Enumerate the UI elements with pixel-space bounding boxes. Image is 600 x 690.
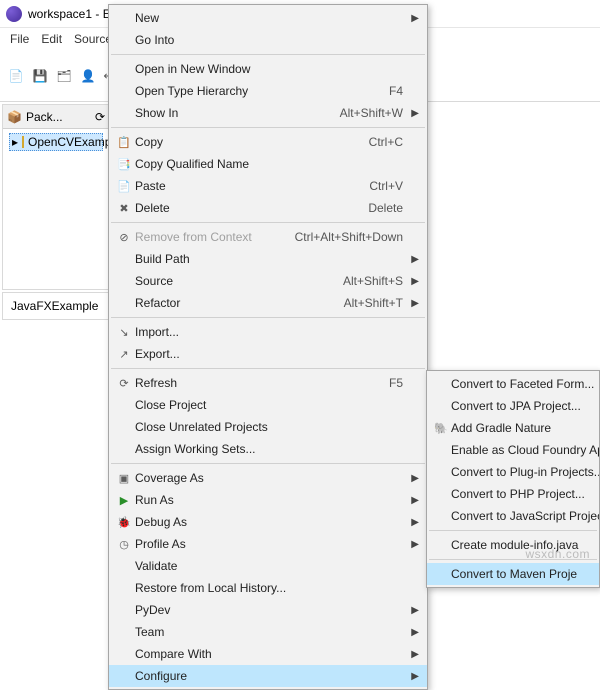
run-icon: ▶	[113, 494, 135, 507]
package-tab-label: Pack...	[26, 110, 63, 124]
submenu-php[interactable]: Convert to PHP Project...	[427, 483, 599, 505]
menu-go-into[interactable]: Go Into	[109, 29, 427, 51]
remove-context-icon: ⊘	[113, 231, 135, 244]
menu-restore-local[interactable]: Restore from Local History...	[109, 577, 427, 599]
menu-import[interactable]: ↘Import...	[109, 321, 427, 343]
menu-close-unrelated[interactable]: Close Unrelated Projects	[109, 416, 427, 438]
export-icon: ↗	[113, 348, 135, 361]
user-icon[interactable]: 👤	[78, 66, 98, 86]
debug-icon: 🐞	[113, 516, 135, 529]
menu-copy-qualified[interactable]: 📑Copy Qualified Name	[109, 153, 427, 175]
sync-icon[interactable]: ⟳	[95, 110, 105, 124]
menu-new[interactable]: New▶	[109, 7, 427, 29]
submenu-javascript[interactable]: Convert to JavaScript Project...	[427, 505, 599, 527]
folder-icon	[22, 136, 24, 148]
menu-pydev[interactable]: PyDev▶	[109, 599, 427, 621]
configure-submenu: Convert to Faceted Form... Convert to JP…	[426, 370, 600, 588]
menu-open-type-hierarchy[interactable]: Open Type HierarchyF4	[109, 80, 427, 102]
menu-remove-context: ⊘Remove from ContextCtrl+Alt+Shift+Down	[109, 226, 427, 248]
menu-build-path[interactable]: Build Path▶	[109, 248, 427, 270]
submenu-jpa[interactable]: Convert to JPA Project...	[427, 395, 599, 417]
submenu-plugin[interactable]: Convert to Plug-in Projects...	[427, 461, 599, 483]
import-icon: ↘	[113, 326, 135, 339]
menu-close-project[interactable]: Close Project	[109, 394, 427, 416]
javafx-label: JavaFXExample	[11, 299, 98, 313]
package-explorer-header[interactable]: 📦 Pack... ⟳	[3, 105, 109, 129]
context-menu: New▶ Go Into Open in New Window Open Typ…	[108, 4, 428, 690]
copy-icon: 📋	[113, 136, 135, 149]
package-icon: 📦	[7, 110, 22, 124]
submenu-faceted[interactable]: Convert to Faceted Form...	[427, 373, 599, 395]
menu-paste[interactable]: 📄PasteCtrl+V	[109, 175, 427, 197]
copy-qualified-icon: 📑	[113, 158, 135, 171]
menu-configure[interactable]: Configure▶	[109, 665, 427, 687]
package-explorer-pane: 📦 Pack... ⟳ ▸ OpenCVExample	[2, 104, 110, 290]
menu-run-as[interactable]: ▶Run As▶	[109, 489, 427, 511]
submenu-module-info[interactable]: Create module-info.java	[427, 534, 599, 556]
menu-compare-with[interactable]: Compare With▶	[109, 643, 427, 665]
paste-icon: 📄	[113, 180, 135, 193]
project-item[interactable]: ▸ OpenCVExample	[9, 133, 103, 151]
submenu-maven[interactable]: Convert to Maven Proje	[427, 563, 599, 585]
submenu-cloud-foundry[interactable]: Enable as Cloud Foundry App	[427, 439, 599, 461]
menu-debug-as[interactable]: 🐞Debug As▶	[109, 511, 427, 533]
refresh-icon: ⟳	[113, 377, 135, 390]
menu-assign-working-sets[interactable]: Assign Working Sets...	[109, 438, 427, 460]
save-all-icon[interactable]: 🗂	[54, 66, 74, 86]
gradle-icon: 🐘	[431, 422, 451, 435]
menu-team[interactable]: Team▶	[109, 621, 427, 643]
delete-icon: ✖	[113, 202, 135, 215]
eclipse-icon	[6, 6, 22, 22]
menu-delete[interactable]: ✖DeleteDelete	[109, 197, 427, 219]
menu-copy[interactable]: 📋CopyCtrl+C	[109, 131, 427, 153]
menu-profile-as[interactable]: ◷Profile As▶	[109, 533, 427, 555]
package-explorer-body[interactable]: ▸ OpenCVExample	[3, 129, 109, 289]
menu-file[interactable]: File	[4, 30, 35, 48]
submenu-gradle[interactable]: 🐘Add Gradle Nature	[427, 417, 599, 439]
profile-icon: ◷	[113, 538, 135, 551]
save-icon[interactable]: 💾	[30, 66, 50, 86]
menu-validate[interactable]: Validate	[109, 555, 427, 577]
menu-export[interactable]: ↗Export...	[109, 343, 427, 365]
menu-open-new-window[interactable]: Open in New Window	[109, 58, 427, 80]
coverage-icon: ▣	[113, 472, 135, 485]
menu-edit[interactable]: Edit	[35, 30, 68, 48]
new-icon[interactable]: 📄	[6, 66, 26, 86]
menu-coverage-as[interactable]: ▣Coverage As▶	[109, 467, 427, 489]
menu-refactor[interactable]: RefactorAlt+Shift+T▶	[109, 292, 427, 314]
expand-icon[interactable]: ▸	[12, 135, 18, 149]
javafx-pane[interactable]: JavaFXExample	[2, 292, 110, 320]
menu-show-in[interactable]: Show InAlt+Shift+W▶	[109, 102, 427, 124]
menu-refresh[interactable]: ⟳RefreshF5	[109, 372, 427, 394]
project-label: OpenCVExample	[28, 135, 121, 149]
menu-source[interactable]: SourceAlt+Shift+S▶	[109, 270, 427, 292]
